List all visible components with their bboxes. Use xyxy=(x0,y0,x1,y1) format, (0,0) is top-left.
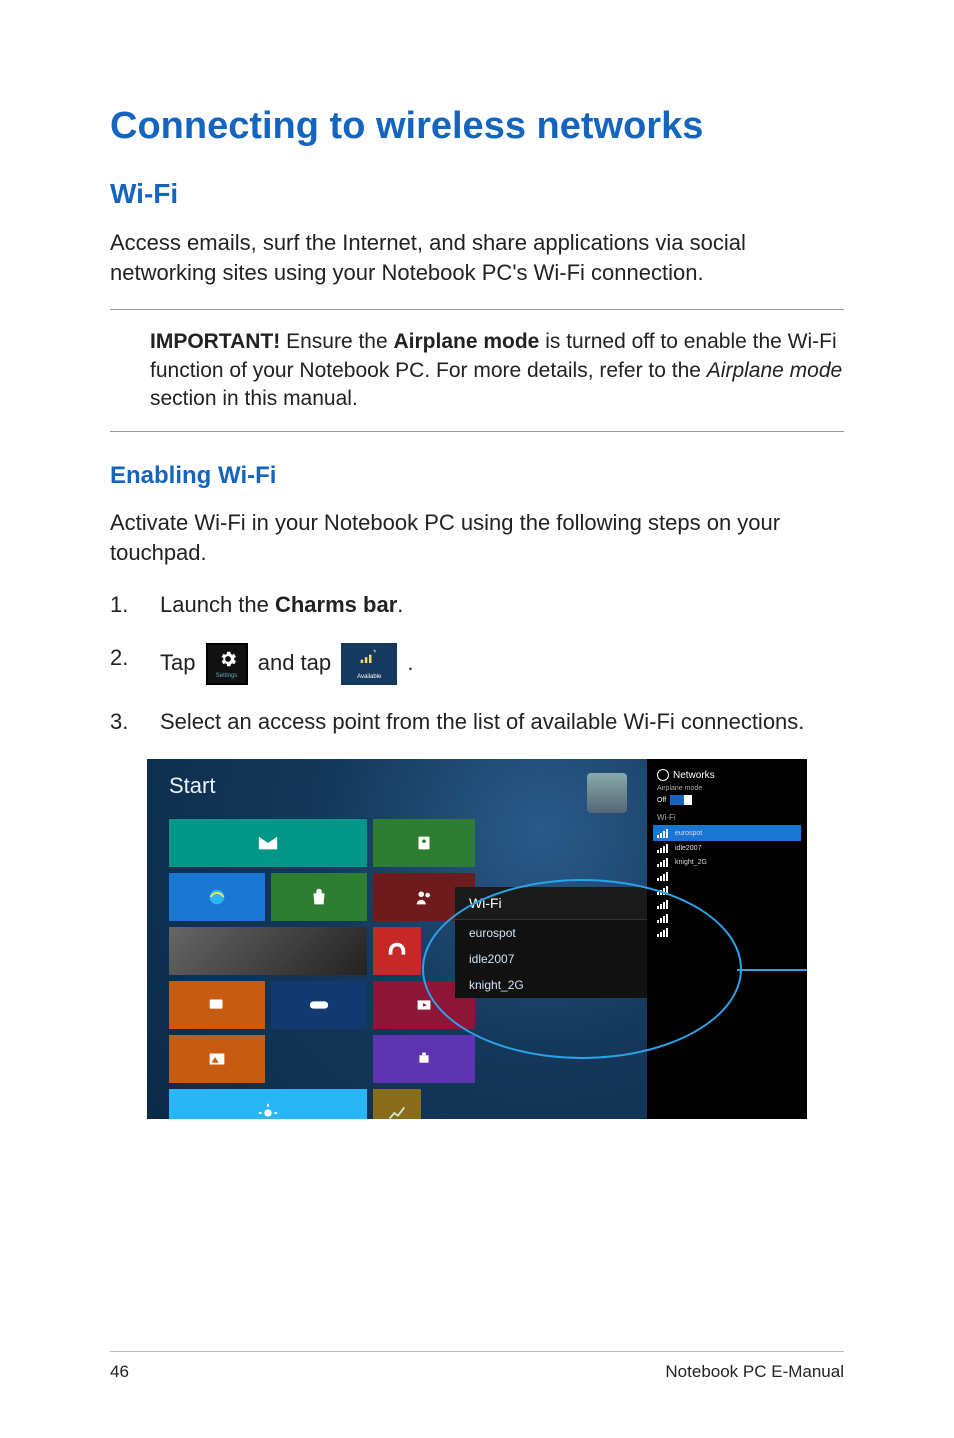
section-heading: Enabling Wi-Fi xyxy=(110,462,844,490)
available-icon-label: Available xyxy=(341,673,397,681)
network-ssid: knight_2G xyxy=(675,859,707,866)
wifi-ssid: knight_2G xyxy=(469,978,524,992)
mail-tile xyxy=(169,819,367,867)
signal-bars-icon xyxy=(657,913,669,923)
network-row xyxy=(657,911,797,925)
signal-bars-icon xyxy=(657,843,669,853)
callout-frag: Ensure the xyxy=(280,330,393,353)
doc-title: Notebook PC E-Manual xyxy=(665,1362,844,1382)
games-tile xyxy=(271,981,367,1029)
signal-bars-icon xyxy=(657,899,669,909)
music-tile xyxy=(373,927,421,975)
network-row xyxy=(657,883,797,897)
step-1: Launch the Charms bar. xyxy=(110,590,844,621)
airplane-toggle: Off xyxy=(657,795,797,805)
callout-term-bold: Airplane mode xyxy=(394,330,540,353)
settings-icon-label: Settings xyxy=(208,672,246,680)
step-bold: Charms bar xyxy=(275,592,397,617)
page-number: 46 xyxy=(110,1362,129,1382)
callout-term-italic: Airplane mode xyxy=(707,359,842,382)
callout-frag: section in this manual. xyxy=(150,387,358,410)
network-row: knight_2G xyxy=(657,855,797,869)
network-row xyxy=(657,925,797,939)
toggle-switch-icon xyxy=(670,795,692,805)
people-tile xyxy=(373,819,475,867)
photos-tile xyxy=(169,1035,265,1083)
wifi-section-label: Wi-Fi xyxy=(657,813,797,822)
available-network-icon: * Available xyxy=(341,643,397,685)
subsection-title: Wi-Fi xyxy=(110,178,844,210)
desktop-tile xyxy=(169,927,367,975)
intro-paragraph: Access emails, surf the Internet, and sh… xyxy=(110,228,844,287)
settings-charm-icon: Settings xyxy=(206,643,248,685)
callout-label: IMPORTANT! xyxy=(150,330,280,353)
network-row xyxy=(657,897,797,911)
networks-header: Networks xyxy=(657,769,797,781)
airplane-state: Off xyxy=(657,797,666,804)
user-avatar xyxy=(587,773,627,813)
step-2: Tap Settings and tap * Available . xyxy=(110,643,844,685)
signal-bars-icon xyxy=(657,871,669,881)
step-3: Select an access point from the list of … xyxy=(110,707,844,738)
networks-panel: Networks Airplane mode Off Wi-Fi eurospo… xyxy=(647,759,807,1119)
step-frag: and tap xyxy=(258,649,338,674)
empty-tile xyxy=(427,1089,475,1119)
svg-text:*: * xyxy=(373,648,377,658)
signal-bars-icon xyxy=(657,857,669,867)
network-row xyxy=(657,869,797,883)
page-title: Connecting to wireless networks xyxy=(110,105,844,148)
section-intro: Activate Wi-Fi in your Notebook PC using… xyxy=(110,508,844,567)
start-screen-label: Start xyxy=(169,773,215,799)
messaging-tile xyxy=(169,981,265,1029)
wifi-ssid: eurospot xyxy=(469,926,516,940)
step-frag: Tap xyxy=(160,649,202,674)
network-ssid: eurospot xyxy=(675,830,702,837)
wifi-selection-screenshot: Start Wi-Fi eurospot xyxy=(147,759,807,1119)
weather-tile xyxy=(169,1089,367,1119)
ie-tile xyxy=(169,873,265,921)
page-footer: 46 Notebook PC E-Manual xyxy=(110,1351,844,1382)
airplane-mode-label: Airplane mode xyxy=(657,785,797,792)
steps-list: Launch the Charms bar. Tap Settings and … xyxy=(110,590,844,738)
step-frag: . xyxy=(397,592,403,617)
travel-tile xyxy=(373,1035,475,1083)
store-tile xyxy=(271,873,367,921)
signal-bars-icon xyxy=(657,885,669,895)
callout-text: IMPORTANT! Ensure the Airplane mode is t… xyxy=(150,328,844,413)
important-callout: IMPORTANT! Ensure the Airplane mode is t… xyxy=(110,309,844,432)
network-row: idle2007 xyxy=(657,841,797,855)
finance-tile xyxy=(373,1089,421,1119)
step-frag: . xyxy=(407,649,413,674)
network-row-selected: eurospot xyxy=(653,825,801,841)
step-frag: Launch the xyxy=(160,592,275,617)
start-tiles xyxy=(169,819,475,1119)
wifi-ssid: idle2007 xyxy=(469,952,514,966)
signal-bars-icon xyxy=(657,828,669,838)
signal-bars-icon xyxy=(657,927,669,937)
empty-tile xyxy=(271,1035,367,1083)
network-ssid: idle2007 xyxy=(675,845,701,852)
